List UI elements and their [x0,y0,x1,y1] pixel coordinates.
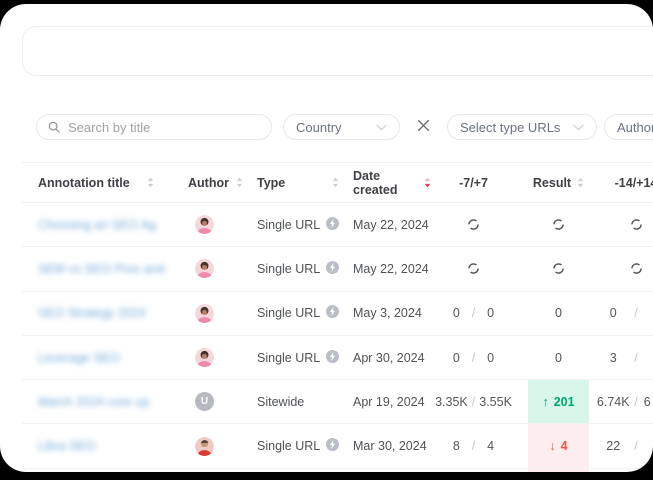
m7-values: 8/4 [445,439,528,453]
m7-values: 0/0 [445,351,528,365]
app-card: Search by title Country Select type URLs… [0,4,653,472]
avatar: U [195,392,214,411]
m14-values: 6.74K/6 [589,395,653,409]
date-created-cell: Apr 30, 2024 [353,336,445,379]
single-url-bolt-icon [326,438,339,454]
avatar [195,259,214,278]
table-row[interactable]: Choosing an SEO Ag Single URL May 22, 20… [22,203,653,247]
sort-icon[interactable] [332,177,339,188]
search-input[interactable]: Search by title [36,114,272,140]
column-header-result[interactable]: Result [528,176,589,190]
result-cell-positive: ↑201 [528,380,589,423]
search-icon [47,120,61,134]
annotation-title-link[interactable]: SEM vs SEO Pros and [38,262,164,276]
arrow-up-icon: ↑ [542,395,548,409]
sort-icon[interactable] [147,177,154,188]
single-url-bolt-icon [326,261,339,277]
m14-values: 22/ [589,439,653,453]
column-header-minus14-plus14[interactable]: -14/+14 [589,176,653,190]
chevron-down-icon [376,118,387,136]
single-url-bolt-icon [326,350,339,366]
date-created-cell: May 22, 2024 [353,203,445,246]
date-created-cell: Mar 30, 2024 [353,424,445,467]
avatar [195,348,214,367]
annotation-title-link[interactable]: SEO Strategy 2024 [38,306,146,320]
table-row[interactable]: SEM vs SEO Pros and Single URL May 22, 2… [22,247,653,291]
m7-values: 0/0 [445,306,528,320]
m7-values: 3.35K/3.55K [445,395,528,409]
table-header-row: Annotation title Author Type Date create… [22,162,653,203]
filter-bar: Search by title Country Select type URLs… [36,114,653,140]
refresh-icon[interactable] [630,218,643,231]
avatar [195,437,214,456]
m14-values: 3/ [589,351,653,365]
refresh-icon[interactable] [467,218,480,231]
column-header-minus7-plus7[interactable]: -7/+7 [445,176,528,190]
search-placeholder: Search by title [68,120,150,135]
chevron-down-icon [573,118,584,136]
date-created-cell: Apr 19, 2024 [353,380,445,423]
column-header-date-created[interactable]: Date created [353,169,445,197]
avatar [195,215,214,234]
column-header-annotation-title[interactable]: Annotation title [22,176,188,190]
refresh-icon[interactable] [630,262,643,275]
date-created-cell: May 22, 2024 [353,247,445,290]
country-select[interactable]: Country [283,114,400,140]
m14-values: 0/ [589,306,653,320]
close-icon [417,119,430,135]
annotations-table: Annotation title Author Type Date create… [22,162,653,472]
column-header-author[interactable]: Author [188,176,257,190]
type-urls-select[interactable]: Select type URLs [447,114,597,140]
table-row[interactable]: Libra SEO Single URL Mar 30, 2024 8/4 ↓4… [22,424,653,468]
single-url-bolt-icon [326,305,339,321]
refresh-icon[interactable] [552,262,565,275]
annotation-title-link[interactable]: Libra SEO [38,439,96,453]
annotation-title-link[interactable]: Leverage SEO [38,351,120,365]
table-row[interactable]: SEO Strategy 2024 Single URL May 3, 2024… [22,292,653,336]
date-created-cell: May 3, 2024 [353,292,445,335]
top-toolbar-box[interactable] [22,26,653,76]
column-header-type[interactable]: Type [257,176,353,190]
arrow-down-icon: ↓ [549,439,555,453]
result-cell: 0 [528,292,589,335]
refresh-icon[interactable] [467,262,480,275]
result-cell: 0 [528,336,589,379]
refresh-icon[interactable] [552,218,565,231]
table-row[interactable]: March 2024 core up U Sitewide Apr 19, 20… [22,380,653,424]
table-row[interactable]: Leverage SEO Single URL Apr 30, 2024 0/0… [22,336,653,380]
sort-icon[interactable] [577,177,584,188]
clear-filters-button[interactable] [400,114,447,140]
table-row-partial [22,469,653,472]
author-select[interactable]: Author [604,114,653,140]
avatar [195,304,214,323]
sort-icon[interactable] [236,177,243,188]
annotation-title-link[interactable]: March 2024 core up [38,395,149,409]
single-url-bolt-icon [326,217,339,233]
sort-icon-active-desc[interactable] [424,177,431,188]
annotation-title-link[interactable]: Choosing an SEO Ag [38,218,156,232]
result-cell-negative: ↓4 [528,424,589,467]
